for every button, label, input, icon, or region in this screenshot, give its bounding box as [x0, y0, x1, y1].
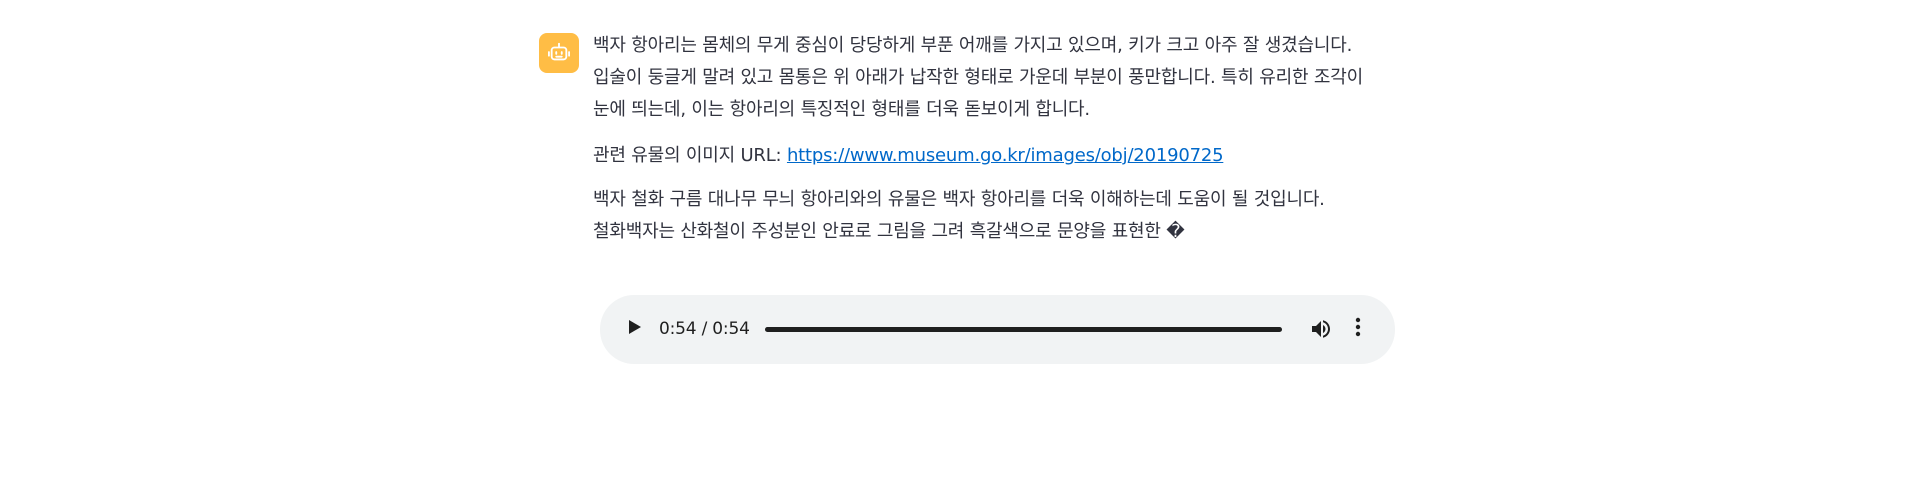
page: 백자 항아리는 몸체의 무게 중심이 당당하게 부푼 어깨를 가지고 있으며, … [0, 0, 1918, 492]
volume-button[interactable] [1309, 317, 1333, 341]
assistant-avatar [539, 33, 579, 73]
play-button[interactable] [624, 318, 646, 340]
audio-progress-fill [765, 327, 1282, 332]
more-options-button[interactable] [1352, 317, 1364, 341]
audio-time: 0:54 / 0:54 [659, 319, 750, 339]
message-content: 백자 항아리는 몸체의 무게 중심이 당당하게 부푼 어깨를 가지고 있으며, … [593, 30, 1399, 264]
link-prefix: 관련 유물의 이미지 URL: [593, 145, 787, 166]
audio-player: 0:54 / 0:54 [600, 295, 1395, 364]
robot-icon [548, 42, 570, 64]
play-icon [628, 319, 642, 339]
chat-message-assistant: 백자 항아리는 몸체의 무게 중심이 당당하게 부푼 어깨를 가지고 있으며, … [539, 30, 1399, 264]
volume-icon [1309, 320, 1333, 345]
more-vert-icon [1355, 317, 1361, 341]
message-paragraph-link: 관련 유물의 이미지 URL: https://www.museum.go.kr… [593, 140, 1399, 172]
image-url-link[interactable]: https://www.museum.go.kr/images/obj/2019… [787, 145, 1224, 166]
audio-progress-bar[interactable] [765, 327, 1282, 332]
message-paragraph-related: 백자 철화 구름 대나무 무늬 항아리와의 유물은 백자 항아리를 더욱 이해하… [593, 189, 1325, 242]
message-paragraph-description: 백자 항아리는 몸체의 무게 중심이 당당하게 부푼 어깨를 가지고 있으며, … [593, 35, 1363, 120]
